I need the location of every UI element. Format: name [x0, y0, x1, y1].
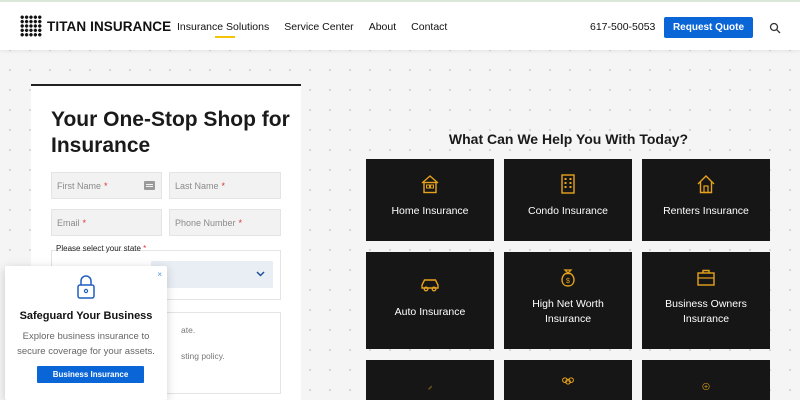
car-icon	[421, 279, 439, 292]
svg-text:$: $	[566, 278, 570, 285]
tile-insurance-partial-3[interactable]	[642, 360, 770, 400]
tile-label: High Net Worth Insurance	[532, 298, 604, 325]
popup-title: Safeguard Your Business	[19, 310, 153, 322]
first-name-placeholder: First Name	[57, 180, 102, 191]
main-nav: Insurance Solutions Service Center About…	[177, 21, 462, 38]
logo-dots-icon	[20, 15, 42, 37]
services-heading: What Can We Help You With Today?	[448, 131, 689, 147]
business-insurance-button[interactable]: Business Insurance	[37, 366, 144, 383]
autofill-card-icon[interactable]	[144, 181, 155, 190]
form-title: Your One-Stop Shop for Insurance	[51, 108, 290, 157]
nav-insurance-solutions[interactable]: Insurance Solutions	[177, 21, 269, 38]
phone-link[interactable]: 617-500-5053	[590, 21, 655, 33]
logo-text: TITAN INSURANCE	[47, 18, 172, 34]
state-select[interactable]	[151, 261, 273, 288]
required-marker: *	[104, 180, 108, 191]
logo[interactable]: TITAN INSURANCE	[20, 15, 171, 37]
tile-label: Home Insurance	[391, 205, 469, 217]
required-marker: *	[238, 217, 243, 228]
required-marker: *	[221, 180, 226, 191]
lock-icon	[77, 275, 95, 299]
tile-business-owners-insurance[interactable]: Business Owners Insurance	[642, 252, 770, 349]
tile-insurance-partial-2[interactable]	[504, 360, 632, 400]
consent-text-2: sting policy.	[181, 351, 225, 361]
tile-high-net-worth-insurance[interactable]: $ High Net Worth Insurance	[504, 252, 632, 349]
tile-insurance-partial-1[interactable]	[366, 360, 494, 400]
people-icon	[562, 377, 574, 385]
tile-condo-insurance[interactable]: Condo Insurance	[504, 159, 632, 241]
tile-label: Condo Insurance	[528, 205, 608, 217]
email-field[interactable]: Email *	[51, 209, 162, 236]
tile-home-insurance[interactable]: Home Insurance	[366, 159, 494, 241]
consent-text-1: ate.	[181, 325, 196, 335]
email-placeholder: Email	[57, 217, 80, 228]
required-marker: *	[143, 244, 147, 253]
tile-label: Renters Insurance	[663, 205, 749, 217]
house-outline-icon	[697, 175, 715, 194]
building-icon	[561, 174, 575, 194]
nav-service-center[interactable]: Service Center	[284, 21, 353, 33]
required-marker: *	[82, 217, 87, 228]
request-quote-button[interactable]: Request Quote	[664, 17, 753, 38]
phone-number-field[interactable]: Phone Number *	[169, 209, 281, 236]
search-icon[interactable]	[769, 22, 781, 34]
house-icon	[421, 175, 439, 194]
pen-icon	[427, 385, 433, 390]
tile-label: Business Owners Insurance	[665, 298, 747, 325]
tile-auto-insurance[interactable]: Auto Insurance	[366, 252, 494, 349]
plus-circle-icon	[702, 382, 710, 391]
chevron-down-icon	[256, 271, 265, 277]
nav-contact[interactable]: Contact	[411, 21, 447, 33]
tile-label: Auto Insurance	[394, 306, 466, 318]
phone-number-placeholder: Phone Number	[175, 217, 236, 228]
state-label-text: Please select your state	[56, 244, 141, 253]
state-label: Please select your state *	[56, 244, 146, 253]
first-name-field[interactable]: First Name *	[51, 172, 162, 199]
tile-renters-insurance[interactable]: Renters Insurance	[642, 159, 770, 241]
business-insurance-popup: × Safeguard Your Business Explore busine…	[5, 266, 167, 400]
briefcase-icon	[697, 269, 715, 286]
popup-description: Explore business insurance to secure cov…	[17, 331, 155, 357]
close-icon[interactable]: ×	[157, 270, 162, 279]
nav-about[interactable]: About	[369, 21, 396, 33]
last-name-field[interactable]: Last Name *	[169, 172, 281, 199]
last-name-placeholder: Last Name	[175, 180, 219, 191]
site-header: TITAN INSURANCE Insurance Solutions Serv…	[0, 0, 800, 50]
money-bag-icon: $	[561, 269, 575, 287]
